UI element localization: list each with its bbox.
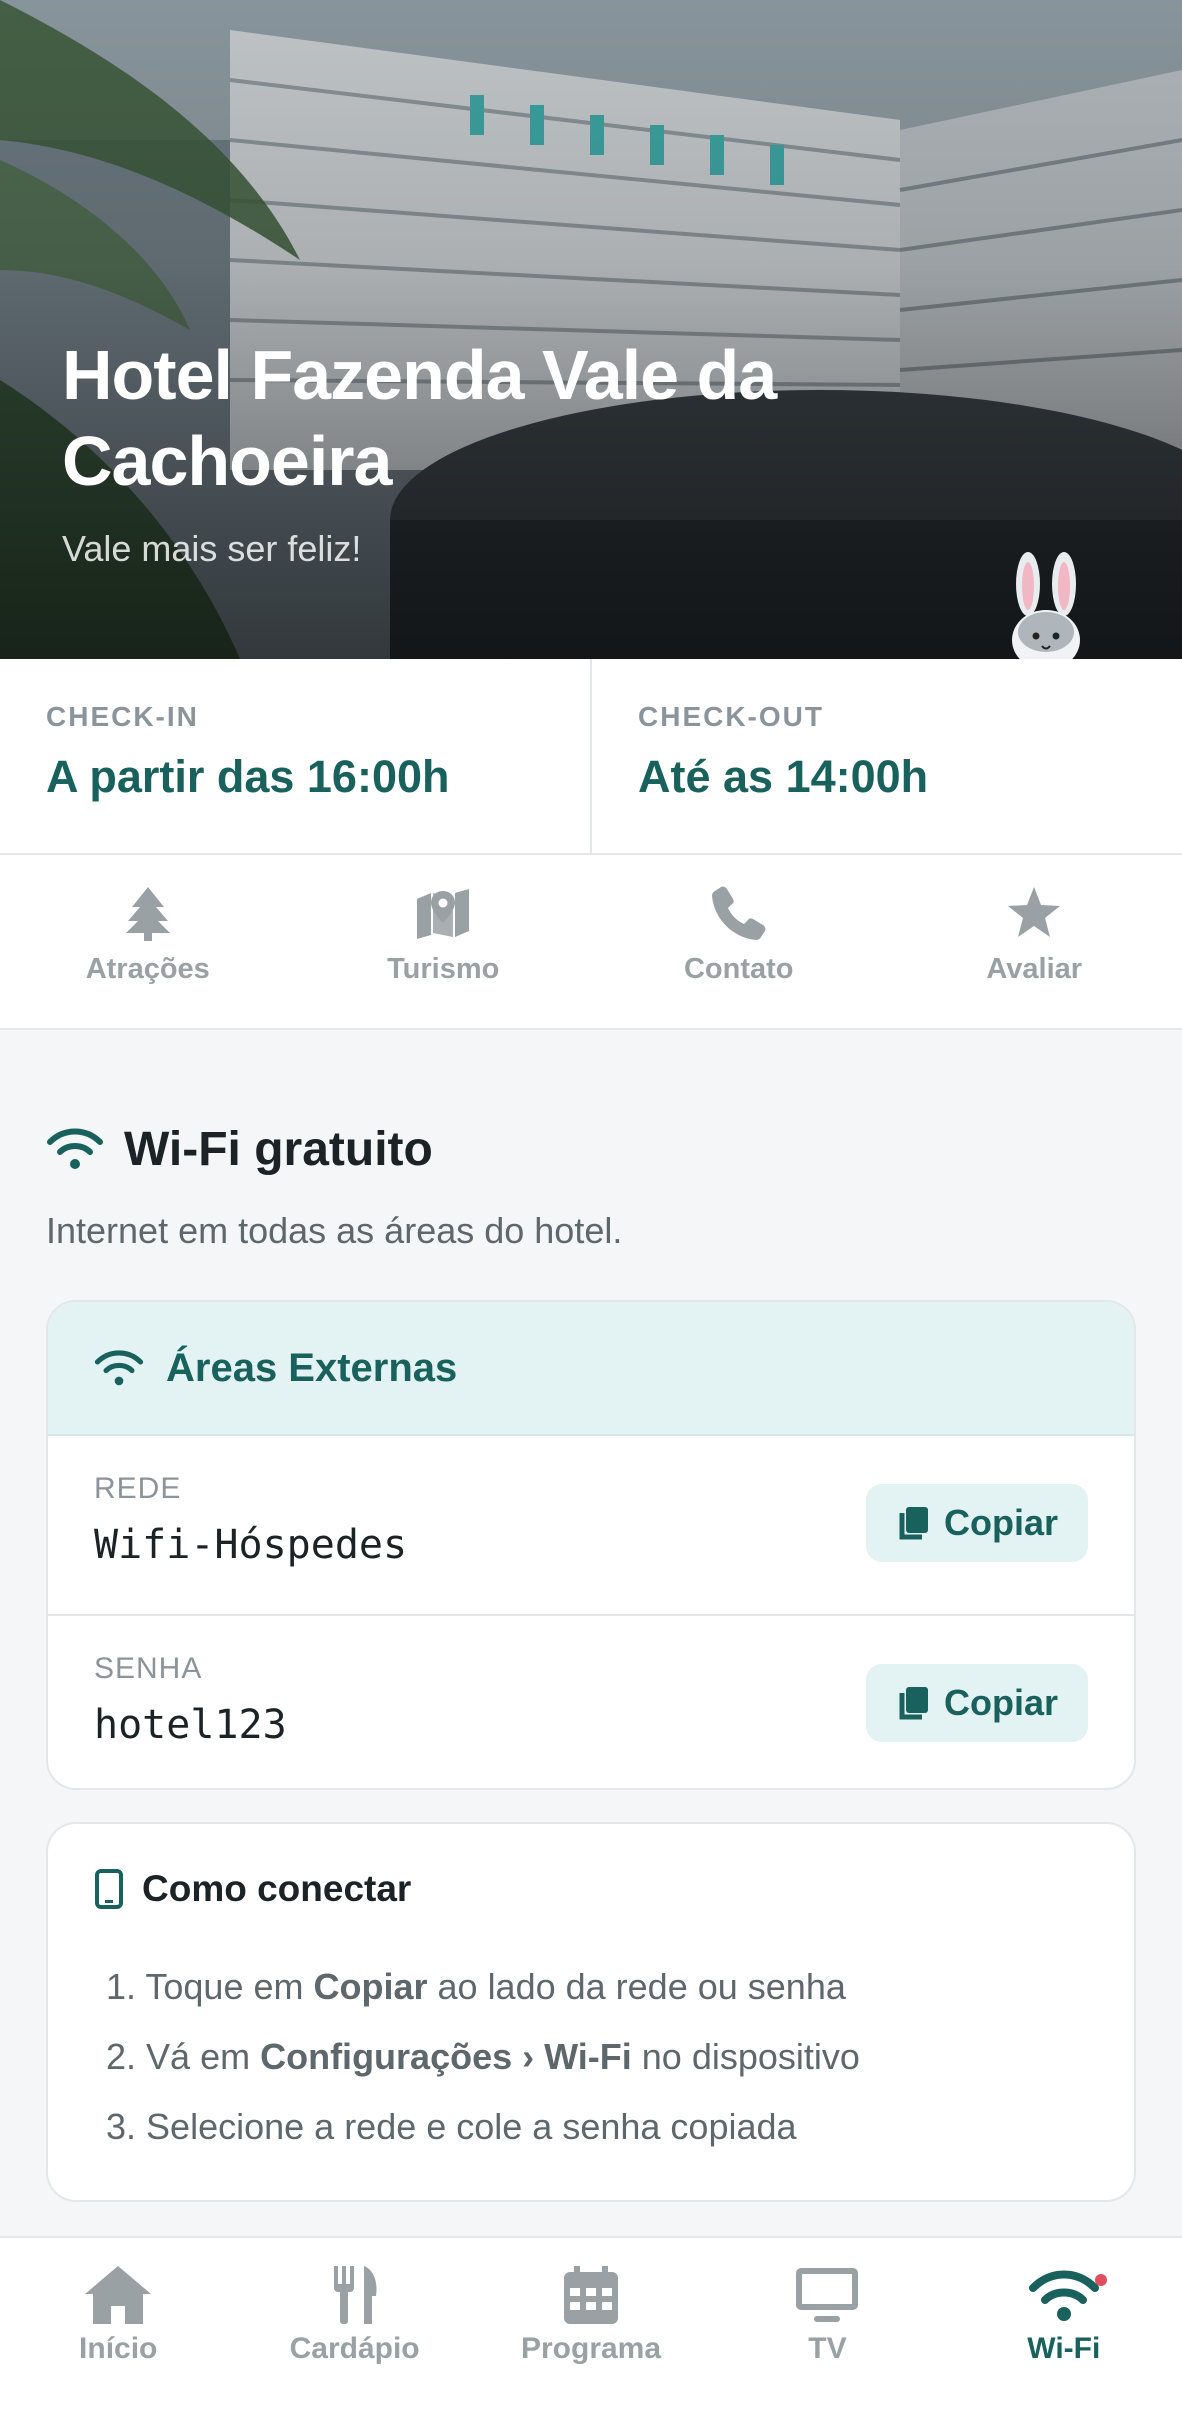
bottom-nav-label: Cardápio xyxy=(289,2332,420,2365)
bottom-nav-label: Wi-Fi xyxy=(1027,2332,1101,2365)
password-row: SENHA hotel123 Copiar xyxy=(48,1614,1134,1788)
checkin-block: CHECK-IN A partir das 16:00h xyxy=(0,659,590,853)
tree-icon xyxy=(125,887,170,941)
quick-nav-atracoes[interactable]: Atrações xyxy=(0,855,296,1028)
bottom-nav-cardapio[interactable]: Cardápio xyxy=(236,2238,472,2409)
copy-label: Copiar xyxy=(943,1682,1058,1723)
tv-icon xyxy=(796,2268,859,2322)
utensils-icon xyxy=(333,2266,377,2324)
smartphone-icon xyxy=(95,1869,123,1909)
password-label: SENHA xyxy=(94,1652,203,1685)
step-item: 1. Toque em Copiar ao lado da rede ou se… xyxy=(106,1966,846,2007)
quick-nav-avaliar[interactable]: Avaliar xyxy=(887,855,1182,1028)
copy-icon xyxy=(899,1507,928,1540)
checkout-time: Até as 14:00h xyxy=(638,751,929,802)
bottom-nav-wifi[interactable]: Wi-Fi xyxy=(946,2238,1182,2409)
copy-label: Copiar xyxy=(943,1502,1058,1543)
quick-nav-label: Avaliar xyxy=(986,953,1083,985)
copy-icon xyxy=(899,1687,928,1720)
checkin-time: A partir das 16:00h xyxy=(46,751,450,802)
network-name-label: REDE xyxy=(94,1472,182,1505)
bottom-nav-label: Programa xyxy=(520,2332,662,2365)
wifi-icon xyxy=(47,1128,103,1169)
step-item: 2. Vá em Configurações › Wi-Fi no dispos… xyxy=(106,2036,860,2077)
network-name-value: Wifi-Hóspedes xyxy=(94,1522,408,1568)
star-icon xyxy=(1008,887,1061,937)
quick-nav: Atrações Turismo Contato Avaliar xyxy=(0,855,1182,1030)
network-area-title: Áreas Externas xyxy=(166,1345,458,1390)
map-pin-icon xyxy=(417,889,470,939)
step-item: 3. Selecione a rede e cole a senha copia… xyxy=(106,2106,797,2147)
how-to-connect-header: Como conectar xyxy=(94,1868,1088,1910)
hotel-name: Hotel Fazenda Vale da Cachoeira xyxy=(62,336,777,500)
home-icon xyxy=(85,2266,152,2324)
quick-nav-label: Contato xyxy=(683,953,794,985)
wifi-icon xyxy=(94,1350,144,1386)
wifi-section-header: Wi-Fi gratuito xyxy=(46,1120,433,1178)
network-name-row: REDE Wifi-Hóspedes Copiar xyxy=(48,1436,1134,1614)
bottom-nav-programa[interactable]: Programa xyxy=(473,2238,709,2409)
how-to-steps: 1. Toque em Copiar ao lado da rede ou se… xyxy=(94,1952,1088,2162)
phone-icon xyxy=(711,886,766,940)
copy-password-button[interactable]: Copiar xyxy=(866,1664,1088,1742)
bottom-nav-inicio[interactable]: Início xyxy=(0,2238,236,2409)
network-card-header: Áreas Externas xyxy=(48,1302,1134,1436)
calendar-icon xyxy=(564,2266,619,2324)
bottom-nav-label: TV xyxy=(808,2332,847,2365)
network-card: Áreas Externas REDE Wifi-Hóspedes Copiar… xyxy=(46,1300,1136,1790)
wifi-section-title: Wi-Fi gratuito xyxy=(124,1122,433,1176)
bottom-nav-tv[interactable]: TV xyxy=(709,2238,945,2409)
bottom-nav-label: Início xyxy=(79,2332,158,2365)
checkin-checkout-panel: CHECK-IN A partir das 16:00h CHECK-OUT A… xyxy=(0,659,1182,855)
checkin-label: CHECK-IN xyxy=(46,701,199,732)
hotel-tagline: Vale mais ser feliz! xyxy=(62,528,362,569)
copy-network-button[interactable]: Copiar xyxy=(866,1484,1088,1562)
hero-banner: Hotel Fazenda Vale da Cachoeira Vale mai… xyxy=(0,0,1182,659)
quick-nav-turismo[interactable]: Turismo xyxy=(296,855,592,1028)
quick-nav-label: Turismo xyxy=(387,953,500,985)
notification-dot xyxy=(1094,2274,1107,2286)
quick-nav-label: Atrações xyxy=(85,953,210,985)
how-to-connect-card: Como conectar 1. Toque em Copiar ao lado… xyxy=(46,1822,1136,2202)
checkout-label: CHECK-OUT xyxy=(638,701,824,732)
quick-nav-contato[interactable]: Contato xyxy=(591,855,887,1028)
bunny-icon xyxy=(1012,552,1080,659)
how-to-connect-title: Como conectar xyxy=(142,1868,412,1909)
wifi-description: Internet em todas as áreas do hotel. xyxy=(46,1210,623,1251)
wifi-icon xyxy=(1028,2270,1099,2321)
bottom-nav: Início Cardápio Programa TV Wi-Fi xyxy=(0,2236,1182,2409)
password-value: hotel123 xyxy=(94,1702,287,1748)
checkout-block: CHECK-OUT Até as 14:00h xyxy=(590,659,1182,853)
